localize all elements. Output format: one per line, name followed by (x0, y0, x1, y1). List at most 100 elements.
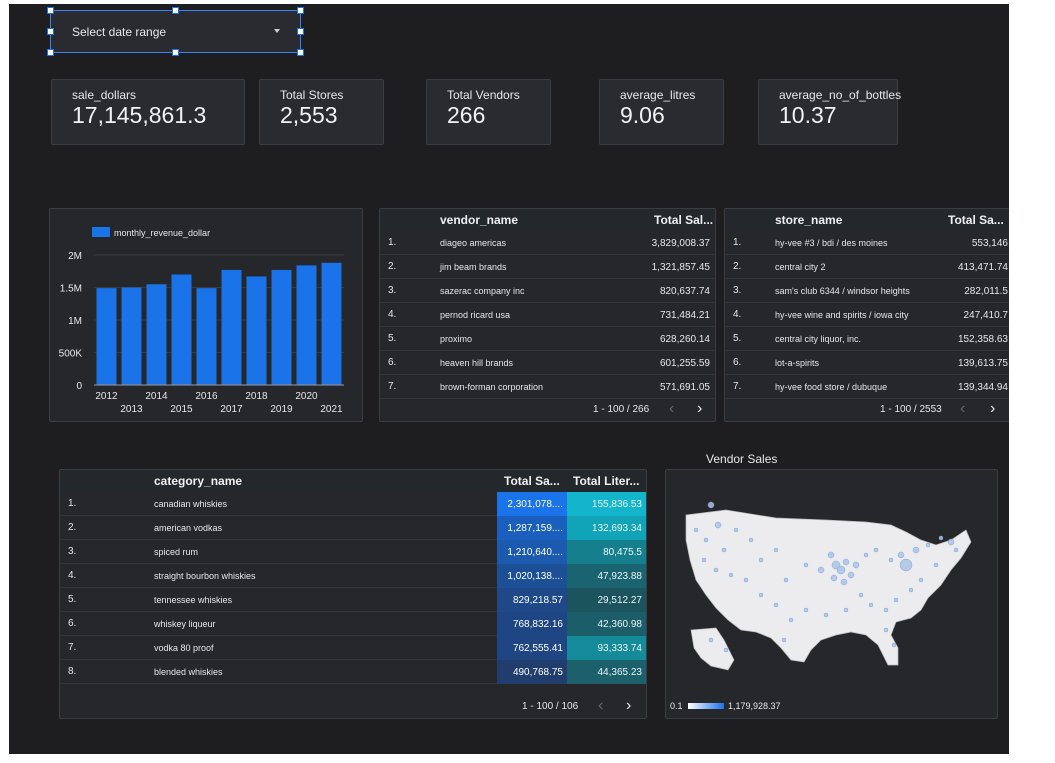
table-row[interactable]: 6. whiskey liqueur 768,832.16 42,360.98 (60, 612, 646, 636)
table-row[interactable]: 3. spiced rum 1,210,640.... 80,475.5 (60, 540, 646, 564)
prev-page-icon[interactable]: ‹ (669, 401, 674, 417)
map-bubble[interactable] (748, 537, 754, 543)
scorecard-total-vendors[interactable]: Total Vendors 266 (426, 79, 551, 145)
column-header-total-liters[interactable]: Total Liter... (573, 474, 639, 488)
next-page-icon[interactable]: › (990, 401, 995, 417)
map-bubble[interactable] (938, 535, 944, 541)
table-row[interactable]: 2. central city 2 413,471.74 (725, 255, 1009, 279)
map-bubble[interactable] (842, 558, 850, 566)
table-row[interactable]: 3. sam's club 6344 / windsor heights 282,0… (725, 279, 1009, 303)
resize-handle[interactable] (172, 7, 179, 14)
table-row[interactable]: 4. pernod ricard usa 731,484.21 (380, 303, 715, 327)
map-bubble[interactable] (743, 577, 749, 583)
date-range-dropdown[interactable]: Select date range (50, 10, 301, 53)
map-bubble[interactable] (708, 637, 714, 643)
table-row[interactable]: 6. lot-a-spirits 139,613.75 (725, 351, 1009, 375)
table-row[interactable]: 5. tennessee whiskies 829,218.57 29,512.27 (60, 588, 646, 612)
map-bubble[interactable] (723, 647, 729, 653)
map-bubble[interactable] (925, 542, 931, 548)
resize-handle[interactable] (297, 28, 304, 35)
map-bubble[interactable] (918, 577, 924, 583)
table-row[interactable]: 8. blended whiskies 490,768.75 44,365.23 (60, 660, 646, 684)
table-row[interactable]: 1. diageo americas 3,829,008.37 (380, 231, 715, 255)
resize-handle[interactable] (47, 49, 54, 56)
resize-handle[interactable] (47, 7, 54, 14)
map-bubble[interactable] (953, 547, 959, 553)
resize-handle[interactable] (172, 49, 179, 56)
scorecard-sale-dollars[interactable]: sale_dollars 17,145,861.3 (51, 79, 245, 145)
scorecard-average-bottles[interactable]: average_no_of_bottles 10.37 (758, 79, 901, 145)
column-header-total-sales[interactable]: Total Sal... (654, 213, 713, 227)
map-bubble[interactable] (933, 562, 939, 568)
table-row[interactable]: 4. hy-vee wine and spirits / iowa city 247… (725, 303, 1009, 327)
table-row[interactable]: 3. sazerac company inc 820,637.74 (380, 279, 715, 303)
column-header-total-sales[interactable]: Total Sa... (948, 213, 1004, 227)
resize-handle[interactable] (47, 28, 54, 35)
map-bubble[interactable] (733, 527, 739, 533)
map-bubble[interactable] (830, 574, 838, 582)
map-bubble[interactable] (847, 571, 855, 579)
map-bubble[interactable] (773, 547, 779, 553)
scorecard-total-stores[interactable]: Total Stores 2,553 (259, 79, 384, 145)
map-bubble[interactable] (783, 577, 789, 583)
column-header-vendor-name[interactable]: vendor_name (440, 213, 518, 227)
prev-page-icon[interactable]: ‹ (960, 401, 965, 417)
map-bubble[interactable] (891, 642, 897, 648)
map-bubble[interactable] (893, 597, 899, 603)
table-row[interactable]: 7. hy-vee food store / dubuque 139,344.94 (725, 375, 1009, 399)
map-bubble[interactable] (908, 587, 914, 593)
vendor-sales-map[interactable]: 0.1 1,179,928.37 (665, 469, 998, 719)
map-bubble[interactable] (827, 551, 835, 559)
map-bubble[interactable] (897, 551, 905, 559)
map-bubble[interactable] (703, 537, 709, 543)
dropdown-arrow-icon[interactable] (274, 29, 280, 33)
map-bubble[interactable] (873, 547, 879, 553)
table-row[interactable]: 6. heaven hill brands 601,255.59 (380, 351, 715, 375)
map-bubble[interactable] (823, 612, 829, 618)
revenue-bar-chart[interactable]: monthly_revenue_dollar 0 500K 1M 1.5M 2M 2012 2… (49, 208, 363, 422)
next-page-icon[interactable]: › (697, 401, 702, 417)
table-row[interactable]: 2. jim beam brands 1,321,857.45 (380, 255, 715, 279)
map-bubble[interactable] (707, 501, 715, 509)
map-bubble[interactable] (693, 527, 699, 533)
map-bubble[interactable] (817, 566, 825, 574)
map-bubble[interactable] (721, 547, 727, 553)
map-bubble[interactable] (728, 572, 734, 578)
table-row[interactable]: 1. canadian whiskies 2,301,078.... 155,836.… (60, 492, 646, 516)
map-bubble[interactable] (714, 521, 722, 529)
map-bubble[interactable] (883, 627, 889, 633)
map-bubble[interactable] (836, 565, 846, 575)
store-table[interactable]: store_name Total Sa... 1. hy-vee #3 / bdi… (724, 208, 1009, 422)
map-bubble[interactable] (803, 607, 809, 613)
table-row[interactable]: 5. proximo 628,260.14 (380, 327, 715, 351)
column-header-category-name[interactable]: category_name (154, 474, 242, 488)
map-bubble[interactable] (758, 557, 764, 563)
map-bubble[interactable] (843, 607, 849, 613)
column-header-total-sales[interactable]: Total Sa... (504, 474, 560, 488)
table-row[interactable]: 2. american vodkas 1,287,159.... 132,693.34 (60, 516, 646, 540)
vendor-table[interactable]: vendor_name Total Sal... 1. diageo americ… (379, 208, 716, 422)
table-row[interactable]: 4. straight bourbon whiskies 1,020,138....… (60, 564, 646, 588)
map-bubble[interactable] (758, 592, 764, 598)
map-bubble[interactable] (947, 538, 955, 546)
resize-handle[interactable] (297, 7, 304, 14)
prev-page-icon[interactable]: ‹ (598, 698, 603, 714)
resize-handle[interactable] (297, 49, 304, 56)
map-bubble[interactable] (773, 602, 779, 608)
map-bubble[interactable] (858, 592, 864, 598)
map-bubble[interactable] (781, 637, 787, 643)
map-bubble[interactable] (803, 562, 809, 568)
map-bubble[interactable] (868, 602, 874, 608)
map-bubble[interactable] (713, 567, 719, 573)
table-row[interactable]: 7. vodka 80 proof 762,555.41 93,333.74 (60, 636, 646, 660)
map-bubble[interactable] (840, 578, 848, 586)
map-bubble[interactable] (863, 552, 869, 558)
map-bubble[interactable] (899, 558, 913, 572)
map-bubble[interactable] (883, 607, 889, 613)
map-bubble[interactable] (888, 557, 894, 563)
column-header-store-name[interactable]: store_name (775, 213, 842, 227)
table-row[interactable]: 5. central city liquor, inc. 152,358.63 (725, 327, 1009, 351)
category-table[interactable]: category_name Total Sa... Total Liter...… (59, 469, 647, 719)
map-bubble[interactable] (701, 557, 707, 563)
table-row[interactable]: 7. brown-forman corporation 571,691.05 (380, 375, 715, 399)
